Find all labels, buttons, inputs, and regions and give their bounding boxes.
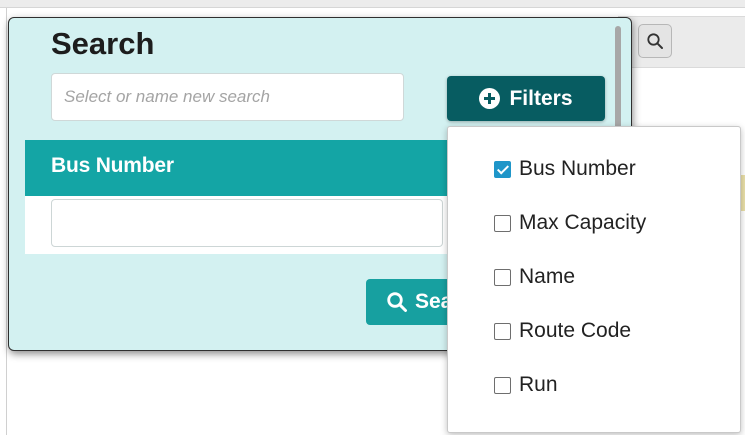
filter-checkbox[interactable] xyxy=(494,268,511,286)
filter-option-name[interactable]: Name xyxy=(494,265,575,289)
search-icon xyxy=(387,292,407,312)
filter-option-run[interactable]: Run xyxy=(494,373,558,397)
filter-option-bus-number[interactable]: Bus Number xyxy=(494,157,636,181)
plus-circle-icon xyxy=(479,88,501,109)
panel-scrollbar-thumb[interactable] xyxy=(615,26,621,130)
page-top-border xyxy=(0,0,745,8)
filters-button-label: Filters xyxy=(509,86,573,110)
filter-option-max-capacity[interactable]: Max Capacity xyxy=(494,211,646,235)
panel-title: Search xyxy=(51,26,155,61)
search-name-input[interactable] xyxy=(51,73,404,121)
filter-checkbox[interactable] xyxy=(494,160,511,178)
search-icon xyxy=(647,33,663,49)
filter-dropdown-menu: Bus Number Max Capacity Name Route Code … xyxy=(447,126,741,433)
filter-checkbox[interactable] xyxy=(494,376,511,394)
app-screen: Search Filters Bus Number Search Bus Num… xyxy=(0,0,745,435)
bus-number-input[interactable] xyxy=(51,199,443,247)
filter-checkbox[interactable] xyxy=(494,322,511,340)
filter-option-label: Max Capacity xyxy=(519,211,647,234)
filter-checkbox[interactable] xyxy=(494,214,511,232)
filter-option-label: Name xyxy=(519,265,576,288)
filters-button[interactable]: Filters xyxy=(447,76,605,121)
filter-option-label: Bus Number xyxy=(519,157,636,180)
page-left-border xyxy=(6,8,7,435)
background-edge-highlight xyxy=(741,175,745,211)
filter-option-label: Run xyxy=(519,373,558,396)
filter-option-route-code[interactable]: Route Code xyxy=(494,319,631,343)
background-search-button[interactable] xyxy=(638,24,672,58)
filter-option-label: Route Code xyxy=(519,319,632,342)
